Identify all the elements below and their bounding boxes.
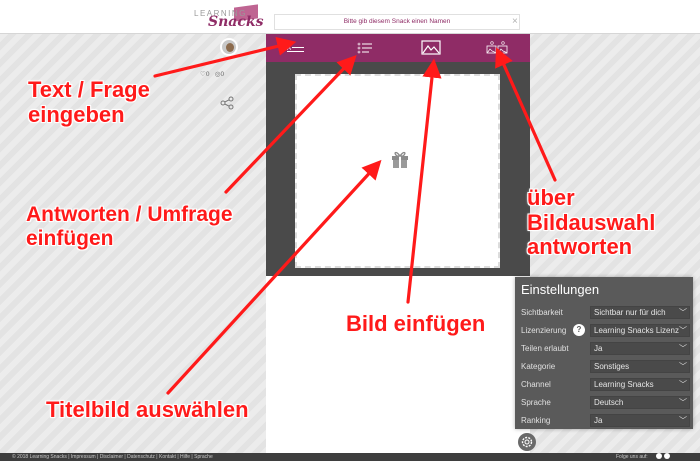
avatar[interactable] [220,38,238,56]
select-value: Sonstiges [594,362,630,371]
snack-stats: ♡0 ◎0 [200,70,248,82]
annotation-text-frage: Text / Frage eingeben [28,77,150,127]
answers-tool-icon[interactable] [352,38,378,58]
chevron-down-icon: ﹀ [679,344,687,353]
settings-label: Sprache [521,398,551,407]
settings-label: Kategorie [521,362,556,371]
select-value: Learning Snacks Lizenz [594,326,679,335]
settings-label: Lizenzierung [521,326,567,335]
select-value: Ja [594,344,603,353]
settings-row-sichtbarkeit: Sichtbarkeit Sichtbar nur für dich ﹀ [515,305,693,320]
annotation-titelbild: Titelbild auswählen [46,397,249,423]
annotation-antworten: Antworten / Umfrage einfügen [26,203,233,250]
select-value: Ja [594,416,603,425]
twitter-icon[interactable] [664,453,670,459]
chevron-down-icon: ﹀ [679,398,687,407]
views-count: 0 [220,71,225,78]
social-icons[interactable] [654,453,670,461]
image-answer-tool-icon[interactable] [484,38,510,58]
settings-panel: Einstellungen Sichtbarkeit Sichtbar nur … [515,277,693,429]
share-allowed-select[interactable]: Ja ﹀ [590,342,690,355]
image-tool-icon[interactable] [418,38,444,58]
annotation-label: Antworten / Umfrage einfügen [26,203,233,250]
category-select[interactable]: Sonstiges ﹀ [590,360,690,373]
likes-count: 0 [205,71,210,78]
channel-select[interactable]: Learning Snacks ﹀ [590,378,690,391]
annotation-bild-einfuegen: Bild einfügen [346,311,486,337]
footer-links[interactable]: © 2018 Learning Snacks | Impressum | Dis… [12,454,213,460]
annotation-label: Titelbild auswählen [46,397,249,422]
settings-row-lizenzierung: Lizenzierung ? Learning Snacks Lizenz ﹀ [515,323,693,338]
settings-label: Channel [521,380,551,389]
annotation-label: Text / Frage eingeben [28,77,150,127]
select-value: Deutsch [594,398,624,407]
settings-row-ranking: Ranking Ja ﹀ [515,413,693,428]
gear-icon[interactable] [518,433,536,451]
settings-label: Ranking [521,416,551,425]
share-icon[interactable] [220,96,234,110]
settings-row-kategorie: Kategorie Sonstiges ﹀ [515,359,693,374]
logo-text-main: Snacks [208,14,264,30]
close-icon[interactable]: × [512,16,518,27]
annotation-label: Bild einfügen [346,311,486,336]
learning-snacks-logo[interactable]: LEARNING Snacks [194,4,264,30]
text-tool-icon[interactable]: A [282,38,308,58]
facebook-icon[interactable] [656,453,662,459]
chevron-down-icon: ﹀ [679,362,687,371]
footer-follow-label: Folge uns auf: [616,454,648,460]
slide-stage [266,62,530,276]
select-value: Sichtbar nur für dich [594,308,666,317]
settings-title: Einstellungen [521,282,600,297]
snack-editor: A [266,34,530,461]
snack-name-input[interactable]: Bitte gib diesem Snack einen Namen [274,14,520,30]
top-header: LEARNING Snacks Bitte gib diesem Snack e… [0,0,700,34]
ranking-select[interactable]: Ja ﹀ [590,414,690,427]
chevron-down-icon: ﹀ [679,308,687,317]
gift-icon[interactable] [389,148,411,170]
chevron-down-icon: ﹀ [679,416,687,425]
visibility-select[interactable]: Sichtbar nur für dich ﹀ [590,306,690,319]
title-image-card[interactable] [295,74,500,268]
editor-toolbar: A [266,34,530,62]
settings-label: Teilen erlaubt [521,344,569,353]
help-icon[interactable]: ? [573,324,585,336]
annotation-bildauswahl: über Bildauswahl antworten [527,185,656,260]
settings-label: Sichtbarkeit [521,308,563,317]
settings-row-sprache: Sprache Deutsch ﹀ [515,395,693,410]
settings-row-teilen: Teilen erlaubt Ja ﹀ [515,341,693,356]
language-select[interactable]: Deutsch ﹀ [590,396,690,409]
license-select[interactable]: Learning Snacks Lizenz ﹀ [590,324,690,337]
chevron-down-icon: ﹀ [679,380,687,389]
chevron-down-icon: ﹀ [679,326,687,335]
page-footer: © 2018 Learning Snacks | Impressum | Dis… [0,453,700,461]
annotation-label: über Bildauswahl antworten [527,185,656,260]
settings-row-channel: Channel Learning Snacks ﹀ [515,377,693,392]
select-value: Learning Snacks [594,380,654,389]
